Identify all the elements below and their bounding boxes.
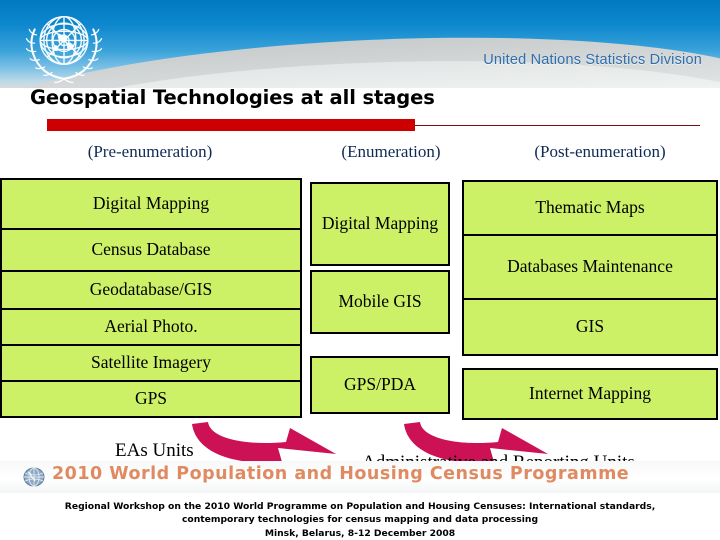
programme-banner-text: 2010 World Population and Housing Census… <box>52 464 630 484</box>
title-underline-accent <box>47 119 415 131</box>
footer-line-3: Minsk, Belarus, 8-12 December 2008 <box>264 527 456 539</box>
post-enumeration-item: Thematic Maps <box>462 180 718 236</box>
column-header-enumeration: (Enumeration) <box>341 142 441 161</box>
column-header-pre-enumeration: (Pre-enumeration) <box>87 142 213 161</box>
post-enumeration-item: Internet Mapping <box>462 368 718 420</box>
enumeration-item: Digital Mapping <box>310 182 450 266</box>
post-enumeration-item: GIS <box>462 298 718 356</box>
post-enumeration-item: Databases Maintenance <box>462 234 718 300</box>
pre-enumeration-item: Satellite Imagery <box>0 344 302 382</box>
footer-line-2: contemporary technologies for census map… <box>181 514 539 526</box>
enumeration-item: Mobile GIS <box>310 270 450 334</box>
curved-arrow-left <box>192 422 336 463</box>
pre-enumeration-item: Census Database <box>0 228 302 272</box>
eas-units-label: EAs Units <box>115 440 194 461</box>
pre-enumeration-item: Aerial Photo. <box>0 308 302 346</box>
organisation-name: United Nations Statistics Division <box>483 52 702 68</box>
footer-line-1: Regional Workshop on the 2010 World Prog… <box>64 501 656 512</box>
enumeration-item: GPS/PDA <box>310 356 450 414</box>
un-emblem-icon <box>25 15 103 84</box>
pre-enumeration-item: Digital Mapping <box>0 178 302 230</box>
footer-text: Regional Workshop on the 2010 World Prog… <box>20 500 700 540</box>
pre-enumeration-item: Geodatabase/GIS <box>0 270 302 310</box>
pre-enumeration-item: GPS <box>0 380 302 418</box>
slide-title: Geospatial Technologies at all stages <box>30 86 435 109</box>
globe-icon <box>23 467 45 487</box>
column-header-post-enumeration: (Post-enumeration) <box>534 142 666 161</box>
header-banner: United Nations Statistics Division <box>0 0 720 88</box>
